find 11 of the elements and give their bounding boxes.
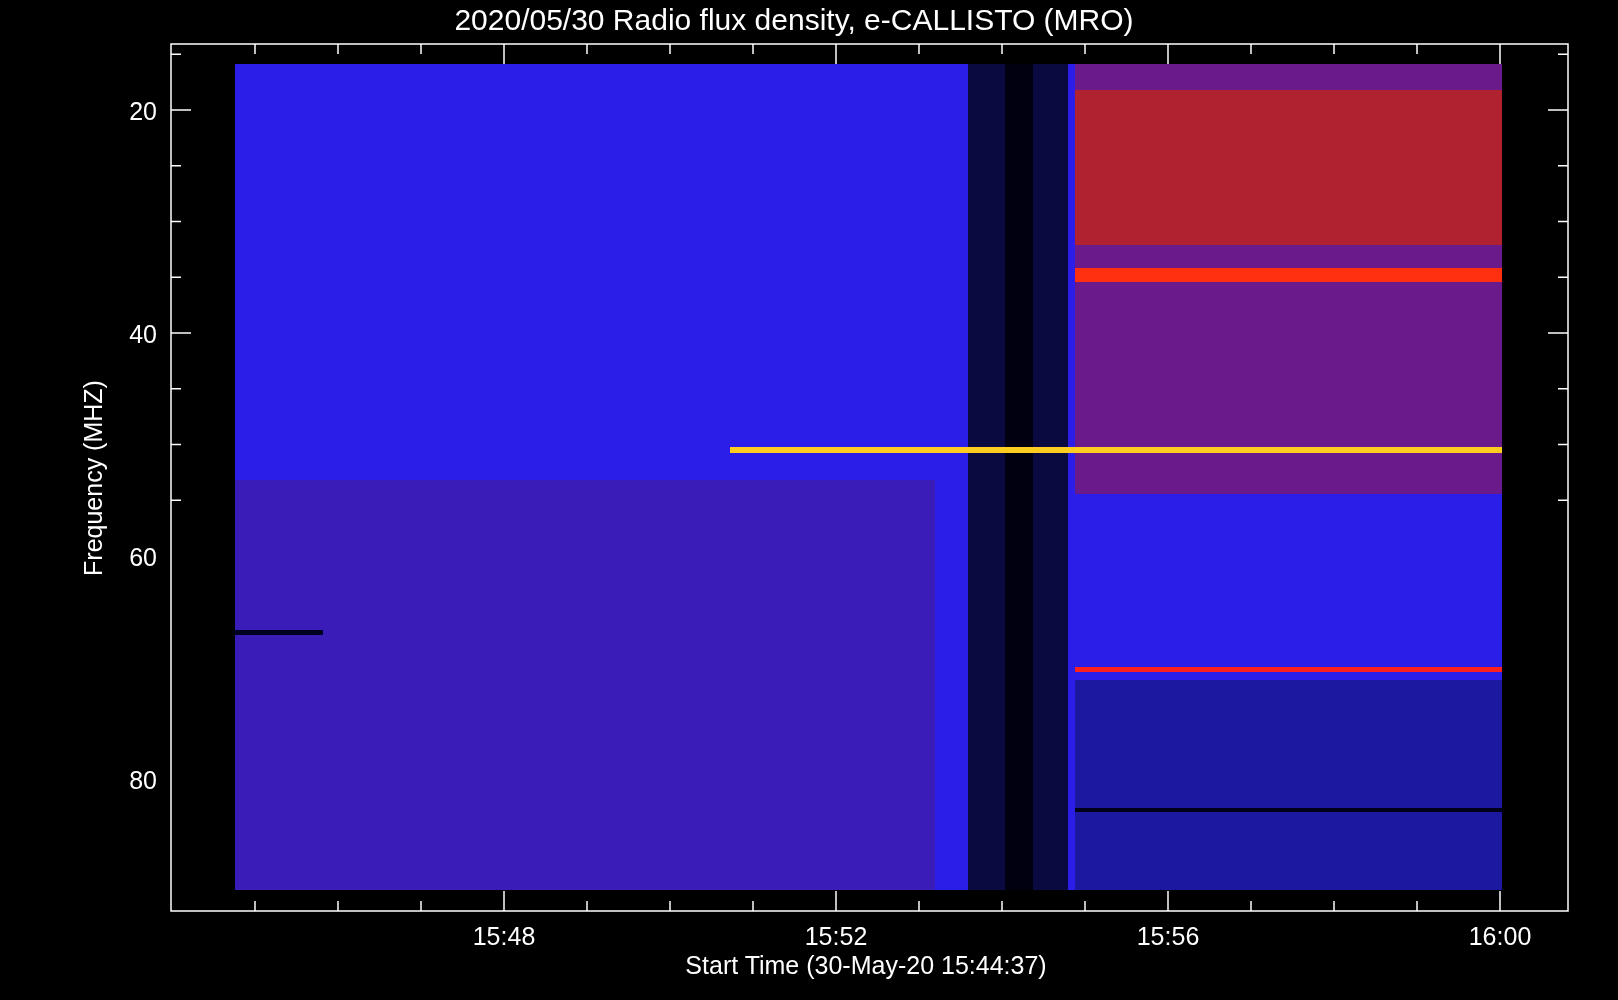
x-tick-label: 15:48 xyxy=(472,922,536,950)
y-tick-label: 20 xyxy=(129,97,157,125)
y-tick-label: 40 xyxy=(129,320,157,348)
x-axis-label: Start Time (30-May-20 15:44:37) xyxy=(685,951,1047,979)
x-tick-label: 15:52 xyxy=(804,922,868,950)
x-tick-label: 15:56 xyxy=(1136,922,1200,950)
y-tick-label: 80 xyxy=(129,766,157,794)
y-tick-label: 60 xyxy=(129,543,157,571)
chart-title: 2020/05/30 Radio flux density, e-CALLISTO (MRO) xyxy=(454,3,1134,36)
y-axis-label: Frequency (MHZ) xyxy=(79,380,107,576)
x-tick-label: 16:00 xyxy=(1468,922,1532,950)
